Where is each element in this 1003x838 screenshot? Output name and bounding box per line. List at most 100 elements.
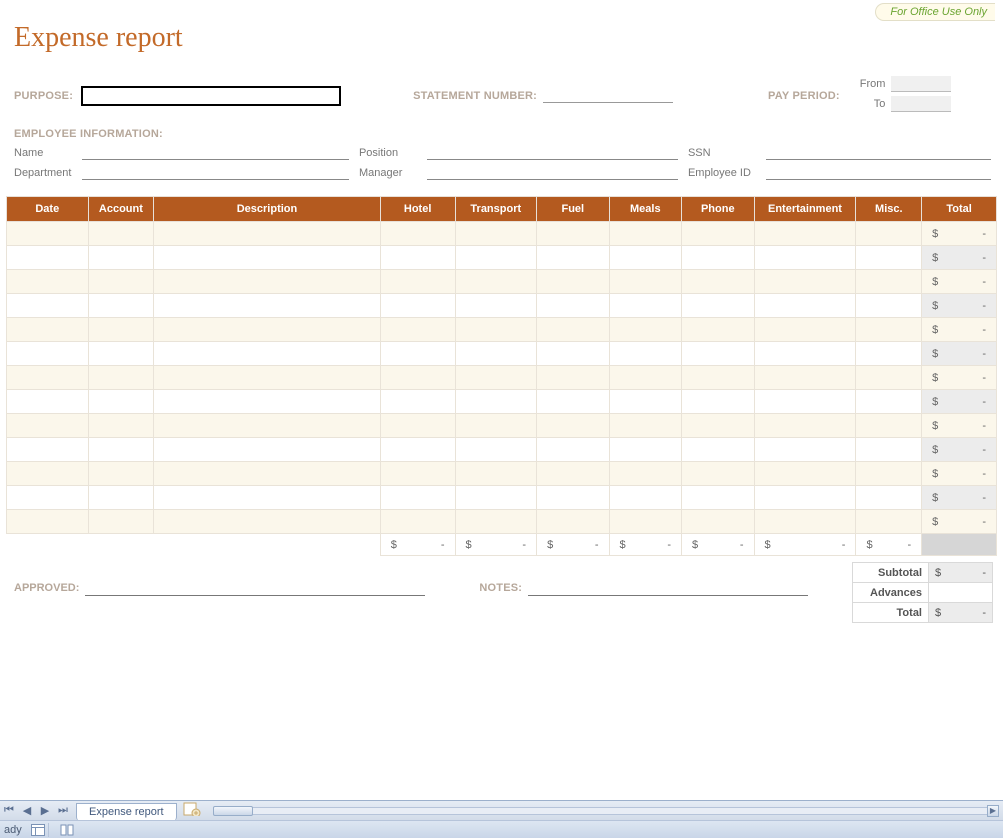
- table-cell[interactable]: [856, 366, 922, 390]
- table-cell[interactable]: [380, 414, 455, 438]
- pay-from-input[interactable]: [891, 76, 951, 92]
- table-cell[interactable]: [88, 510, 154, 534]
- table-cell[interactable]: [380, 270, 455, 294]
- pay-to-input[interactable]: [891, 96, 951, 112]
- table-cell[interactable]: [856, 246, 922, 270]
- table-cell[interactable]: [537, 246, 609, 270]
- table-cell[interactable]: [682, 222, 754, 246]
- workbook-views-icon[interactable]: [30, 823, 46, 837]
- table-cell[interactable]: [754, 270, 856, 294]
- table-cell[interactable]: [856, 342, 922, 366]
- table-cell[interactable]: [455, 318, 537, 342]
- table-cell[interactable]: [856, 270, 922, 294]
- table-cell[interactable]: [856, 414, 922, 438]
- table-cell[interactable]: [609, 318, 681, 342]
- table-cell[interactable]: [537, 510, 609, 534]
- horizontal-scrollbar[interactable]: ▶: [213, 804, 997, 818]
- table-cell[interactable]: [88, 438, 154, 462]
- table-cell[interactable]: [856, 318, 922, 342]
- statement-number-input[interactable]: [543, 89, 673, 103]
- table-cell[interactable]: [455, 462, 537, 486]
- table-cell[interactable]: [537, 366, 609, 390]
- table-row[interactable]: $-: [7, 438, 997, 462]
- table-row[interactable]: $-: [7, 390, 997, 414]
- table-cell[interactable]: [380, 510, 455, 534]
- table-cell[interactable]: [682, 390, 754, 414]
- table-cell[interactable]: [88, 462, 154, 486]
- table-cell[interactable]: [154, 390, 381, 414]
- table-cell[interactable]: [88, 414, 154, 438]
- table-cell[interactable]: [380, 438, 455, 462]
- table-cell[interactable]: [609, 438, 681, 462]
- table-cell[interactable]: [682, 246, 754, 270]
- table-row[interactable]: $-: [7, 342, 997, 366]
- table-cell[interactable]: [609, 222, 681, 246]
- table-cell[interactable]: [609, 510, 681, 534]
- table-cell[interactable]: [856, 462, 922, 486]
- table-cell[interactable]: [754, 390, 856, 414]
- sheet-tab-active[interactable]: Expense report: [76, 803, 177, 821]
- ssn-input[interactable]: [766, 146, 991, 160]
- table-cell[interactable]: [537, 486, 609, 510]
- table-cell[interactable]: [609, 486, 681, 510]
- table-cell[interactable]: [455, 438, 537, 462]
- name-input[interactable]: [82, 146, 349, 160]
- table-cell[interactable]: [455, 342, 537, 366]
- table-cell[interactable]: [455, 510, 537, 534]
- table-cell[interactable]: [7, 438, 89, 462]
- table-cell[interactable]: [154, 414, 381, 438]
- table-cell[interactable]: [154, 486, 381, 510]
- table-cell[interactable]: [682, 438, 754, 462]
- table-cell[interactable]: [754, 222, 856, 246]
- table-cell[interactable]: [7, 270, 89, 294]
- table-cell[interactable]: [154, 318, 381, 342]
- table-cell[interactable]: [380, 294, 455, 318]
- table-cell[interactable]: [754, 438, 856, 462]
- table-cell[interactable]: [609, 414, 681, 438]
- table-cell[interactable]: [537, 270, 609, 294]
- table-cell[interactable]: [7, 246, 89, 270]
- table-cell[interactable]: [154, 438, 381, 462]
- table-cell[interactable]: [856, 294, 922, 318]
- table-cell[interactable]: [754, 294, 856, 318]
- table-cell[interactable]: [88, 390, 154, 414]
- table-cell[interactable]: [609, 246, 681, 270]
- table-cell[interactable]: [856, 510, 922, 534]
- table-cell[interactable]: [754, 342, 856, 366]
- approved-input[interactable]: [85, 580, 425, 596]
- table-cell[interactable]: [537, 222, 609, 246]
- table-cell[interactable]: [537, 438, 609, 462]
- table-cell[interactable]: [7, 510, 89, 534]
- table-cell[interactable]: [856, 222, 922, 246]
- table-cell[interactable]: [380, 222, 455, 246]
- table-row[interactable]: $-: [7, 294, 997, 318]
- table-cell[interactable]: [88, 270, 154, 294]
- table-cell[interactable]: [754, 246, 856, 270]
- table-cell[interactable]: [154, 294, 381, 318]
- table-cell[interactable]: [455, 246, 537, 270]
- table-cell[interactable]: [754, 486, 856, 510]
- table-cell[interactable]: [682, 294, 754, 318]
- new-sheet-icon[interactable]: [183, 802, 201, 819]
- table-row[interactable]: $-: [7, 510, 997, 534]
- table-row[interactable]: $-: [7, 414, 997, 438]
- table-cell[interactable]: [154, 510, 381, 534]
- table-cell[interactable]: [682, 414, 754, 438]
- table-row[interactable]: $-: [7, 270, 997, 294]
- table-cell[interactable]: [380, 366, 455, 390]
- table-cell[interactable]: [856, 390, 922, 414]
- table-cell[interactable]: [7, 414, 89, 438]
- table-cell[interactable]: [682, 510, 754, 534]
- expense-table[interactable]: DateAccountDescriptionHotelTransportFuel…: [6, 196, 997, 556]
- table-cell[interactable]: [537, 390, 609, 414]
- table-cell[interactable]: [856, 438, 922, 462]
- table-cell[interactable]: [7, 342, 89, 366]
- table-cell[interactable]: [682, 342, 754, 366]
- table-cell[interactable]: [537, 318, 609, 342]
- table-row[interactable]: $-: [7, 462, 997, 486]
- table-cell[interactable]: [754, 366, 856, 390]
- table-cell[interactable]: [682, 462, 754, 486]
- table-cell[interactable]: [537, 294, 609, 318]
- table-cell[interactable]: [7, 366, 89, 390]
- table-cell[interactable]: [754, 318, 856, 342]
